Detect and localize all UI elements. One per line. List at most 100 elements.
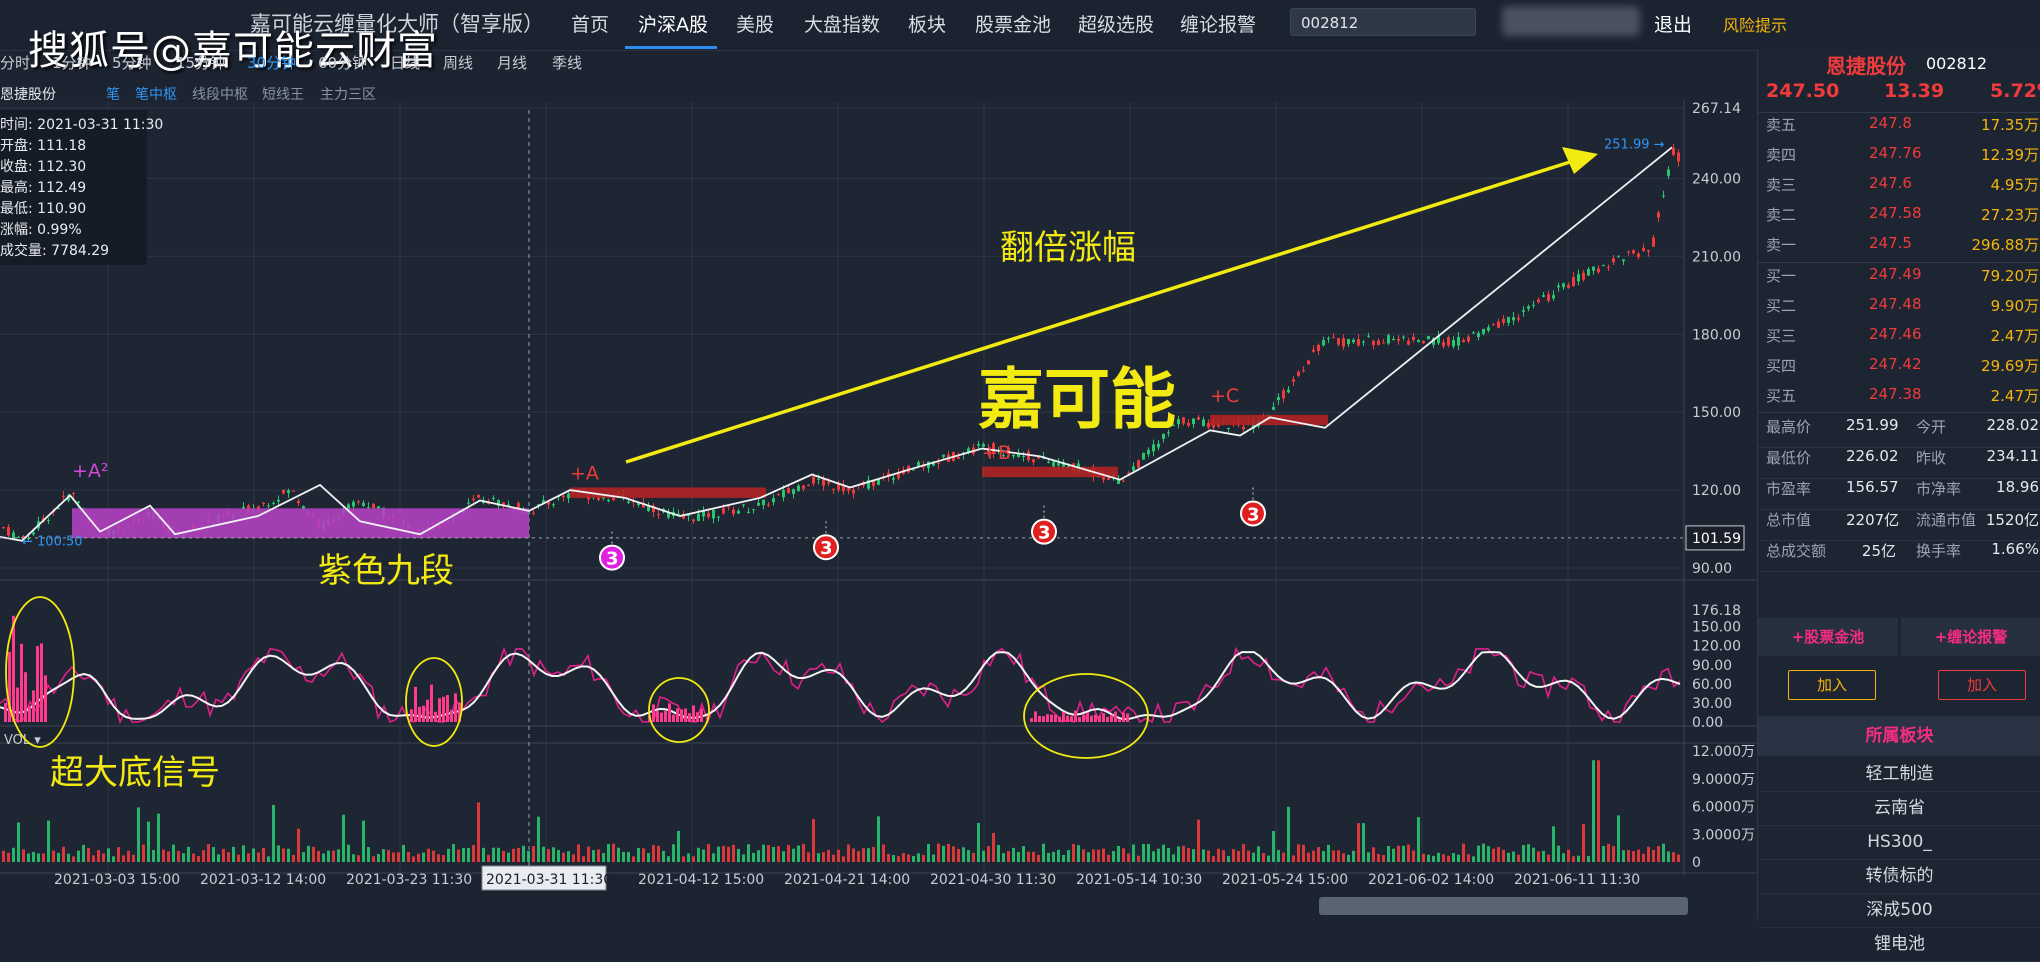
candle-body: [1202, 419, 1205, 427]
volume-bar: [347, 844, 350, 862]
nav-super-screener[interactable]: 超级选股: [1078, 10, 1154, 37]
add-stock-pool-button[interactable]: +股票金池: [1758, 618, 1898, 656]
volume-bar: [1202, 849, 1205, 862]
volume-bar: [1152, 851, 1155, 862]
volume-bar: [1497, 847, 1500, 862]
sector-item[interactable]: 转债标的: [1758, 860, 2040, 894]
period-tab-daily[interactable]: 日线: [390, 52, 420, 73]
bottom-signal-bar: [1038, 715, 1041, 722]
candle-body: [62, 495, 65, 497]
candle-body: [1542, 295, 1545, 297]
divider: [1758, 112, 2040, 113]
period-tab-quarterly[interactable]: 季线: [552, 52, 582, 73]
candle-body: [1052, 461, 1055, 467]
candle-body: [1602, 265, 1605, 267]
sector-item[interactable]: 轻工制造: [1758, 758, 2040, 792]
chart-scrollbar[interactable]: [1319, 897, 1688, 915]
volume-bar: [607, 844, 610, 862]
volume-bar: [737, 848, 740, 862]
candle-body: [1557, 285, 1560, 288]
low-marker-label: ← 100.50: [22, 535, 83, 550]
subtab-short-king[interactable]: 短线王: [262, 84, 304, 104]
risk-notice-link[interactable]: 风险提示: [1723, 12, 1787, 36]
volume-bar: [1657, 846, 1660, 862]
subtab-main-zones[interactable]: 主力三区: [320, 84, 376, 104]
candle-body: [1142, 452, 1145, 460]
sector-item[interactable]: 深成500: [1758, 894, 2040, 928]
period-tab-timeshare[interactable]: 分时: [0, 52, 30, 73]
volume-bar: [912, 855, 915, 862]
nav-stock-pool[interactable]: 股票金池: [975, 10, 1051, 37]
period-tab-1min[interactable]: 1分钟: [52, 52, 92, 73]
volume-bar: [292, 854, 295, 862]
subtab-bi[interactable]: 笔: [106, 84, 120, 104]
user-avatar[interactable]: [1502, 6, 1640, 36]
volume-bar: [1057, 849, 1060, 862]
search-input[interactable]: 002812: [1290, 8, 1476, 36]
candle-body: [1667, 169, 1670, 176]
volume-bar: [837, 849, 840, 862]
volume-bar: [1322, 850, 1325, 862]
period-tab-60min[interactable]: 60分钟: [318, 52, 367, 73]
subtab-segment-pivot[interactable]: 线段中枢: [192, 84, 248, 104]
candle-body: [727, 506, 730, 508]
volume-bar: [537, 816, 540, 862]
volume-bar: [232, 846, 235, 862]
volume-bar: [627, 851, 630, 862]
candle-body: [1117, 480, 1120, 484]
kline-chart[interactable]: 267.14 240.00 210.00 180.00 150.00 120.00 90.0…: [0, 0, 2040, 919]
sector-item[interactable]: 锂电池: [1758, 928, 2040, 962]
volume-bar: [1562, 853, 1565, 862]
volume-bar: [1287, 806, 1290, 862]
nav-sectors[interactable]: 板块: [908, 10, 946, 37]
bid-volume: 2.47万: [1990, 327, 2039, 345]
period-tab-monthly[interactable]: 月线: [497, 52, 527, 73]
osc-tick-label: 176.18: [1692, 603, 1741, 619]
candle-body: [1447, 337, 1450, 346]
volume-tick-label: 3.0000万: [1692, 827, 1755, 843]
volume-bar: [222, 848, 225, 862]
volume-bar: [57, 852, 60, 862]
nav-a-shares[interactable]: 沪深A股: [638, 10, 708, 37]
volume-bar: [1242, 844, 1245, 862]
volume-bar: [1472, 856, 1475, 862]
bottom-signal-bar: [1074, 710, 1077, 722]
subtab-bi-pivot[interactable]: 笔中枢: [135, 84, 177, 104]
period-tab-5min[interactable]: 5分钟: [112, 52, 152, 73]
candle-body: [802, 485, 805, 489]
volume-bar: [247, 853, 250, 862]
sector-item[interactable]: 云南省: [1758, 792, 2040, 826]
candle-body: [492, 497, 495, 499]
volume-bar: [812, 818, 815, 862]
period-tab-weekly[interactable]: 周线: [443, 52, 473, 73]
nav-us-stocks[interactable]: 美股: [736, 10, 774, 37]
nav-home[interactable]: 首页: [571, 10, 609, 37]
join-pool-button[interactable]: 加入: [1788, 670, 1876, 700]
quote-panel: 恩捷股份 002812 247.50 13.39 5.72% 卖五 247.8 17…: [1757, 50, 2040, 962]
volume-bar: [7, 852, 10, 862]
bottom-signal-bar: [1062, 711, 1065, 722]
bid-row: 买一 247.49 79.20万: [1758, 265, 2040, 295]
period-tab-30min[interactable]: 30分钟: [247, 52, 296, 73]
period-tab-15min[interactable]: 15分钟: [176, 52, 225, 73]
add-chan-alert-button[interactable]: +缠论报警: [1901, 618, 2040, 656]
bottom-signal-bar: [680, 709, 683, 722]
volume-bar: [137, 807, 140, 862]
volume-bar: [722, 845, 725, 862]
volume-bar: [407, 852, 410, 862]
logout-button[interactable]: 退出: [1654, 10, 1692, 37]
volume-bar: [1187, 848, 1190, 862]
join-alert-button[interactable]: 加入: [1938, 670, 2026, 700]
candle-body: [1407, 340, 1410, 345]
volume-bar: [1182, 845, 1185, 862]
nav-chan-alert[interactable]: 缠论报警: [1180, 10, 1256, 37]
price-tick-label: 90.00: [1692, 561, 1732, 577]
stat-label: 换手率: [1916, 542, 1962, 560]
info-time: 时间: 2021-03-31 11:30: [0, 117, 164, 133]
nav-index[interactable]: 大盘指数: [804, 10, 880, 37]
bottom-signal-bar: [656, 711, 659, 722]
sector-item[interactable]: HS300_: [1758, 826, 2040, 860]
signal-badge-text: 3: [1038, 523, 1051, 544]
volume-bar: [617, 847, 620, 862]
ask-row: 卖二 247.58 27.23万: [1758, 204, 2040, 234]
